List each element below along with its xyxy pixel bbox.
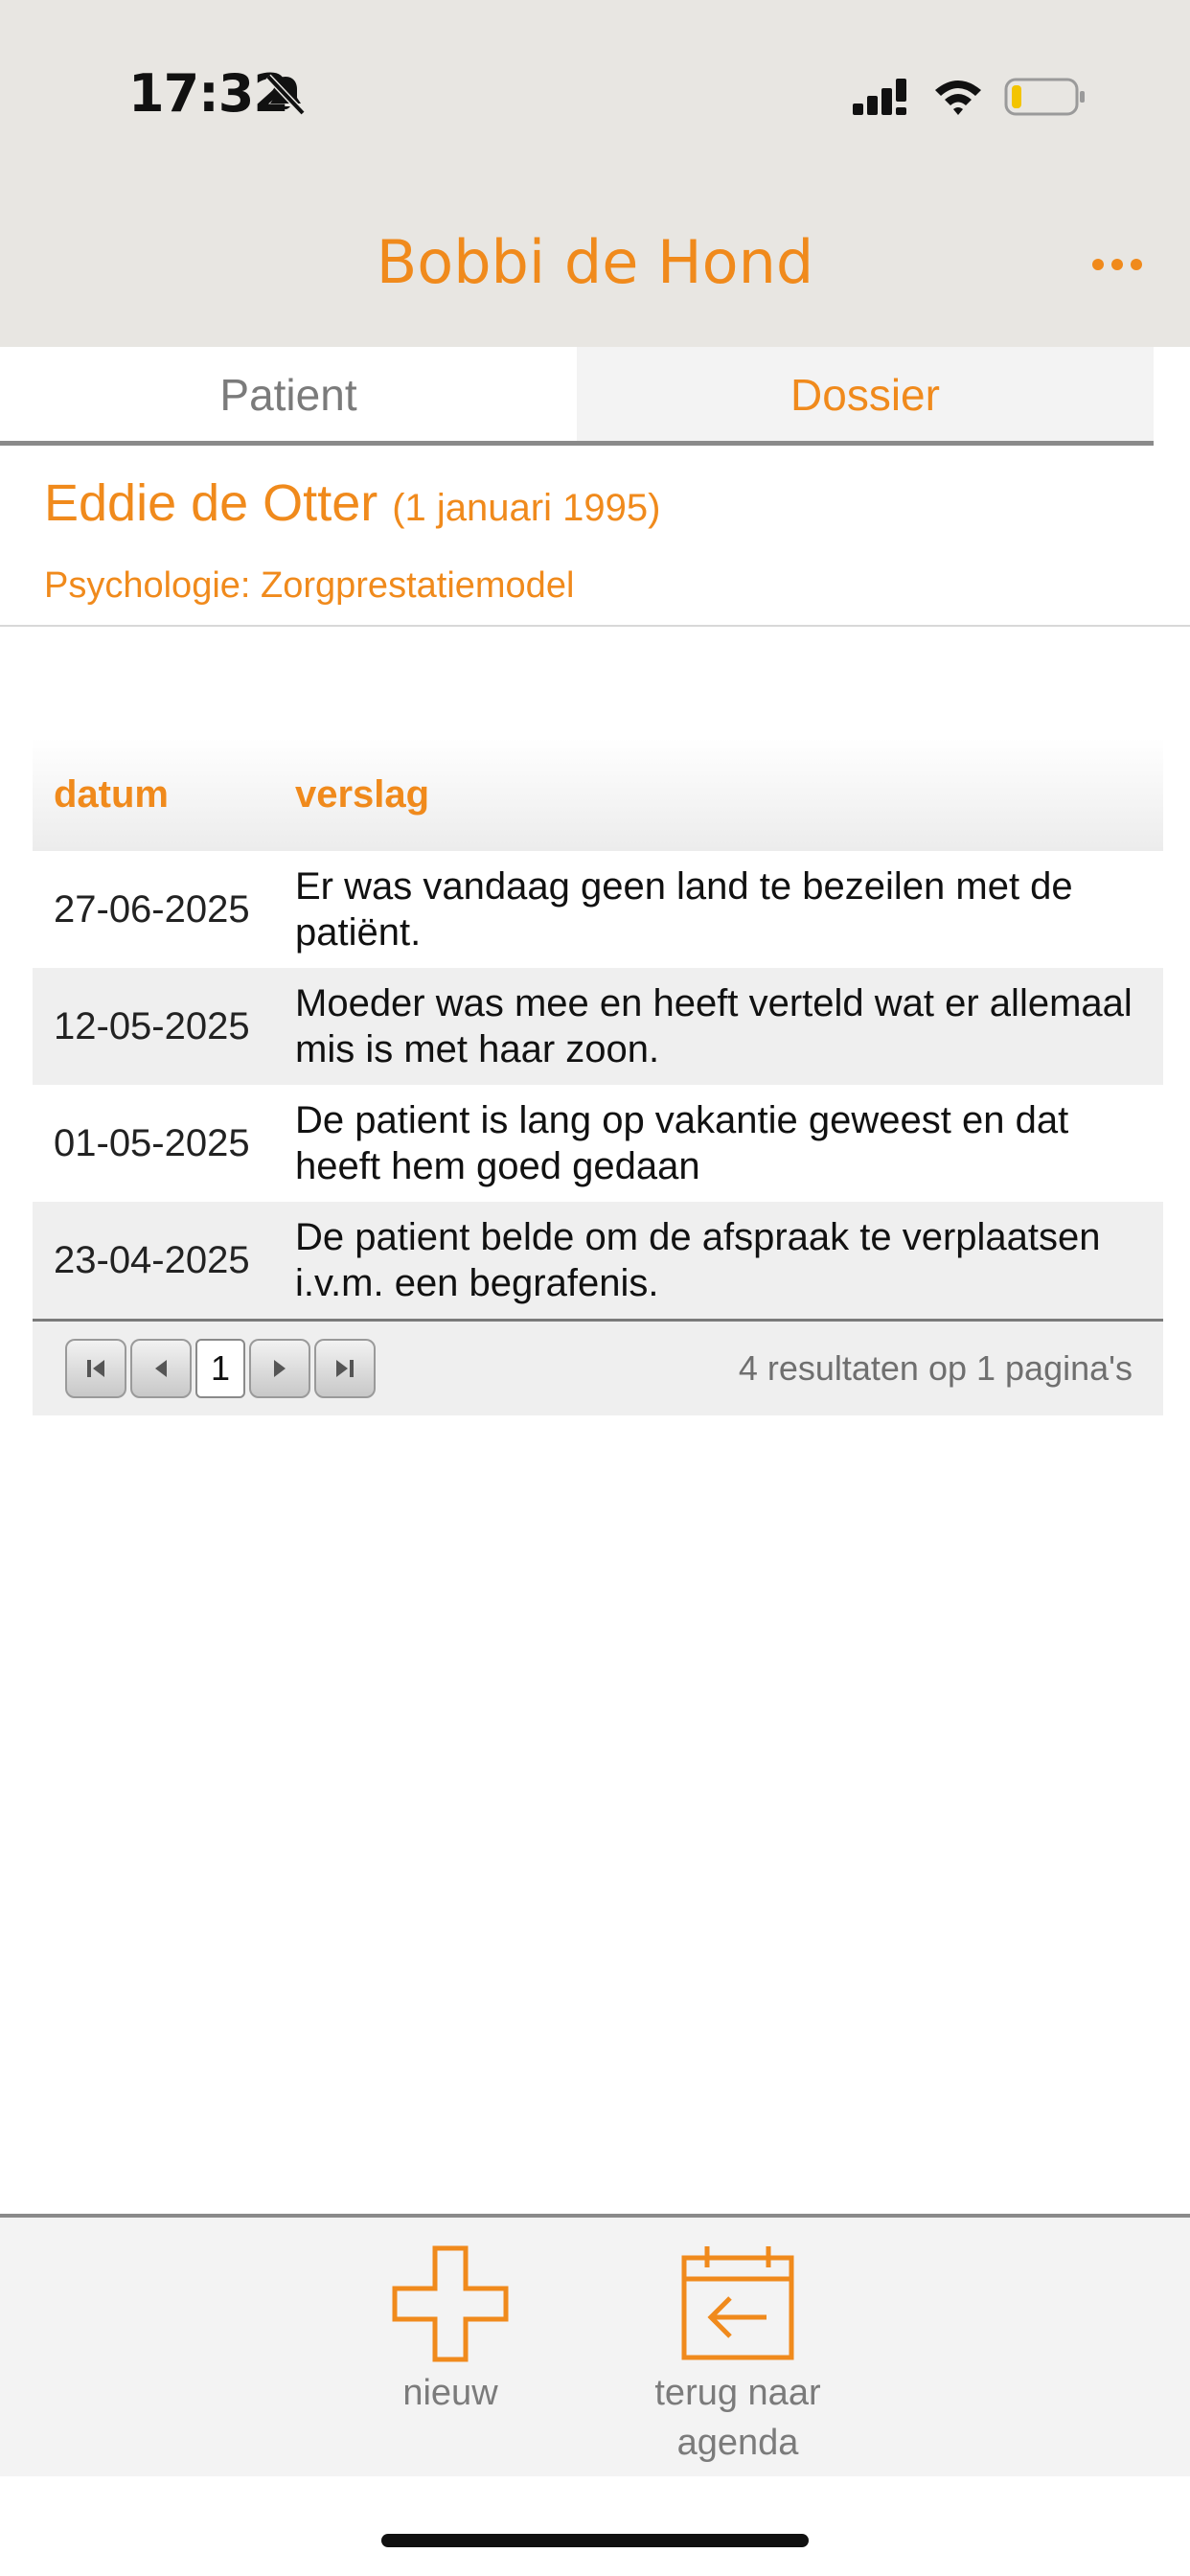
cellular-signal-icon xyxy=(853,79,906,115)
row-report: De patient is lang op vakantie geweest e… xyxy=(295,1099,1069,1187)
chevron-right-icon xyxy=(274,1360,286,1377)
back-to-agenda-label: terug naar agenda xyxy=(654,2373,821,2463)
table-footer: 1 4 resultaten op 1 pagina's xyxy=(33,1319,1163,1415)
more-dots-icon[interactable] xyxy=(1090,243,1144,286)
patient-heading: Eddie de Otter (1 januari 1995) xyxy=(44,473,660,533)
row-report: Moeder was mee en heeft verteld wat er a… xyxy=(295,982,1133,1070)
back-to-agenda-button[interactable]: terug naar agenda xyxy=(613,2244,862,2468)
table-row[interactable]: 01-05-2025 De patient is lang op vakanti… xyxy=(33,1085,1163,1202)
results-count: 4 resultaten op 1 pagina's xyxy=(738,1348,1133,1388)
tab-underline xyxy=(0,441,1154,446)
patient-dob: (1 januari 1995) xyxy=(392,487,661,529)
row-date: 12-05-2025 xyxy=(54,1004,250,1047)
tab-patient[interactable]: Patient xyxy=(0,347,577,443)
home-indicator[interactable] xyxy=(381,2534,809,2547)
bell-muted-icon xyxy=(265,74,306,116)
first-page-button[interactable] xyxy=(65,1339,126,1398)
new-label: nieuw xyxy=(402,2373,498,2413)
bottom-action-bar xyxy=(0,2214,1190,2476)
table-header: datum verslag xyxy=(33,738,1163,851)
new-button[interactable]: nieuw xyxy=(355,2244,546,2418)
table-row[interactable]: 23-04-2025 De patient belde om de afspra… xyxy=(33,1202,1163,1319)
plus-icon xyxy=(392,2245,509,2362)
divider xyxy=(0,625,1190,627)
row-date: 27-06-2025 xyxy=(54,887,250,931)
row-report: De patient belde om de afspraak te verpl… xyxy=(295,1216,1101,1304)
column-header-date[interactable]: datum xyxy=(33,773,295,816)
page-number-input[interactable]: 1 xyxy=(195,1339,245,1398)
report-table: datum verslag 27-06-2025 Er was vandaag … xyxy=(33,738,1163,1415)
pager: 1 xyxy=(65,1339,376,1398)
table-row[interactable]: 12-05-2025 Moeder was mee en heeft verte… xyxy=(33,968,1163,1085)
patient-name: Eddie de Otter xyxy=(44,474,378,532)
last-page-button[interactable] xyxy=(314,1339,376,1398)
tab-dossier[interactable]: Dossier xyxy=(577,347,1154,443)
row-date: 23-04-2025 xyxy=(54,1238,250,1281)
next-page-button[interactable] xyxy=(249,1339,310,1398)
row-date: 01-05-2025 xyxy=(54,1121,250,1164)
first-page-icon xyxy=(87,1360,104,1377)
battery-low-icon xyxy=(1004,78,1085,116)
chevron-left-icon xyxy=(155,1360,167,1377)
page-title: Bobbi de Hond xyxy=(376,227,814,297)
last-page-icon xyxy=(336,1360,354,1377)
previous-page-button[interactable] xyxy=(130,1339,192,1398)
calendar-back-icon xyxy=(681,2246,794,2360)
tab-bar: Patient Dossier xyxy=(0,347,1154,443)
row-report: Er was vandaag geen land te bezeilen met… xyxy=(295,865,1073,954)
patient-care-type: Psychologie: Zorgprestatiemodel xyxy=(44,565,575,606)
table-row[interactable]: 27-06-2025 Er was vandaag geen land te b… xyxy=(33,851,1163,968)
wifi-icon xyxy=(935,80,981,115)
column-header-report[interactable]: verslag xyxy=(295,773,429,816)
